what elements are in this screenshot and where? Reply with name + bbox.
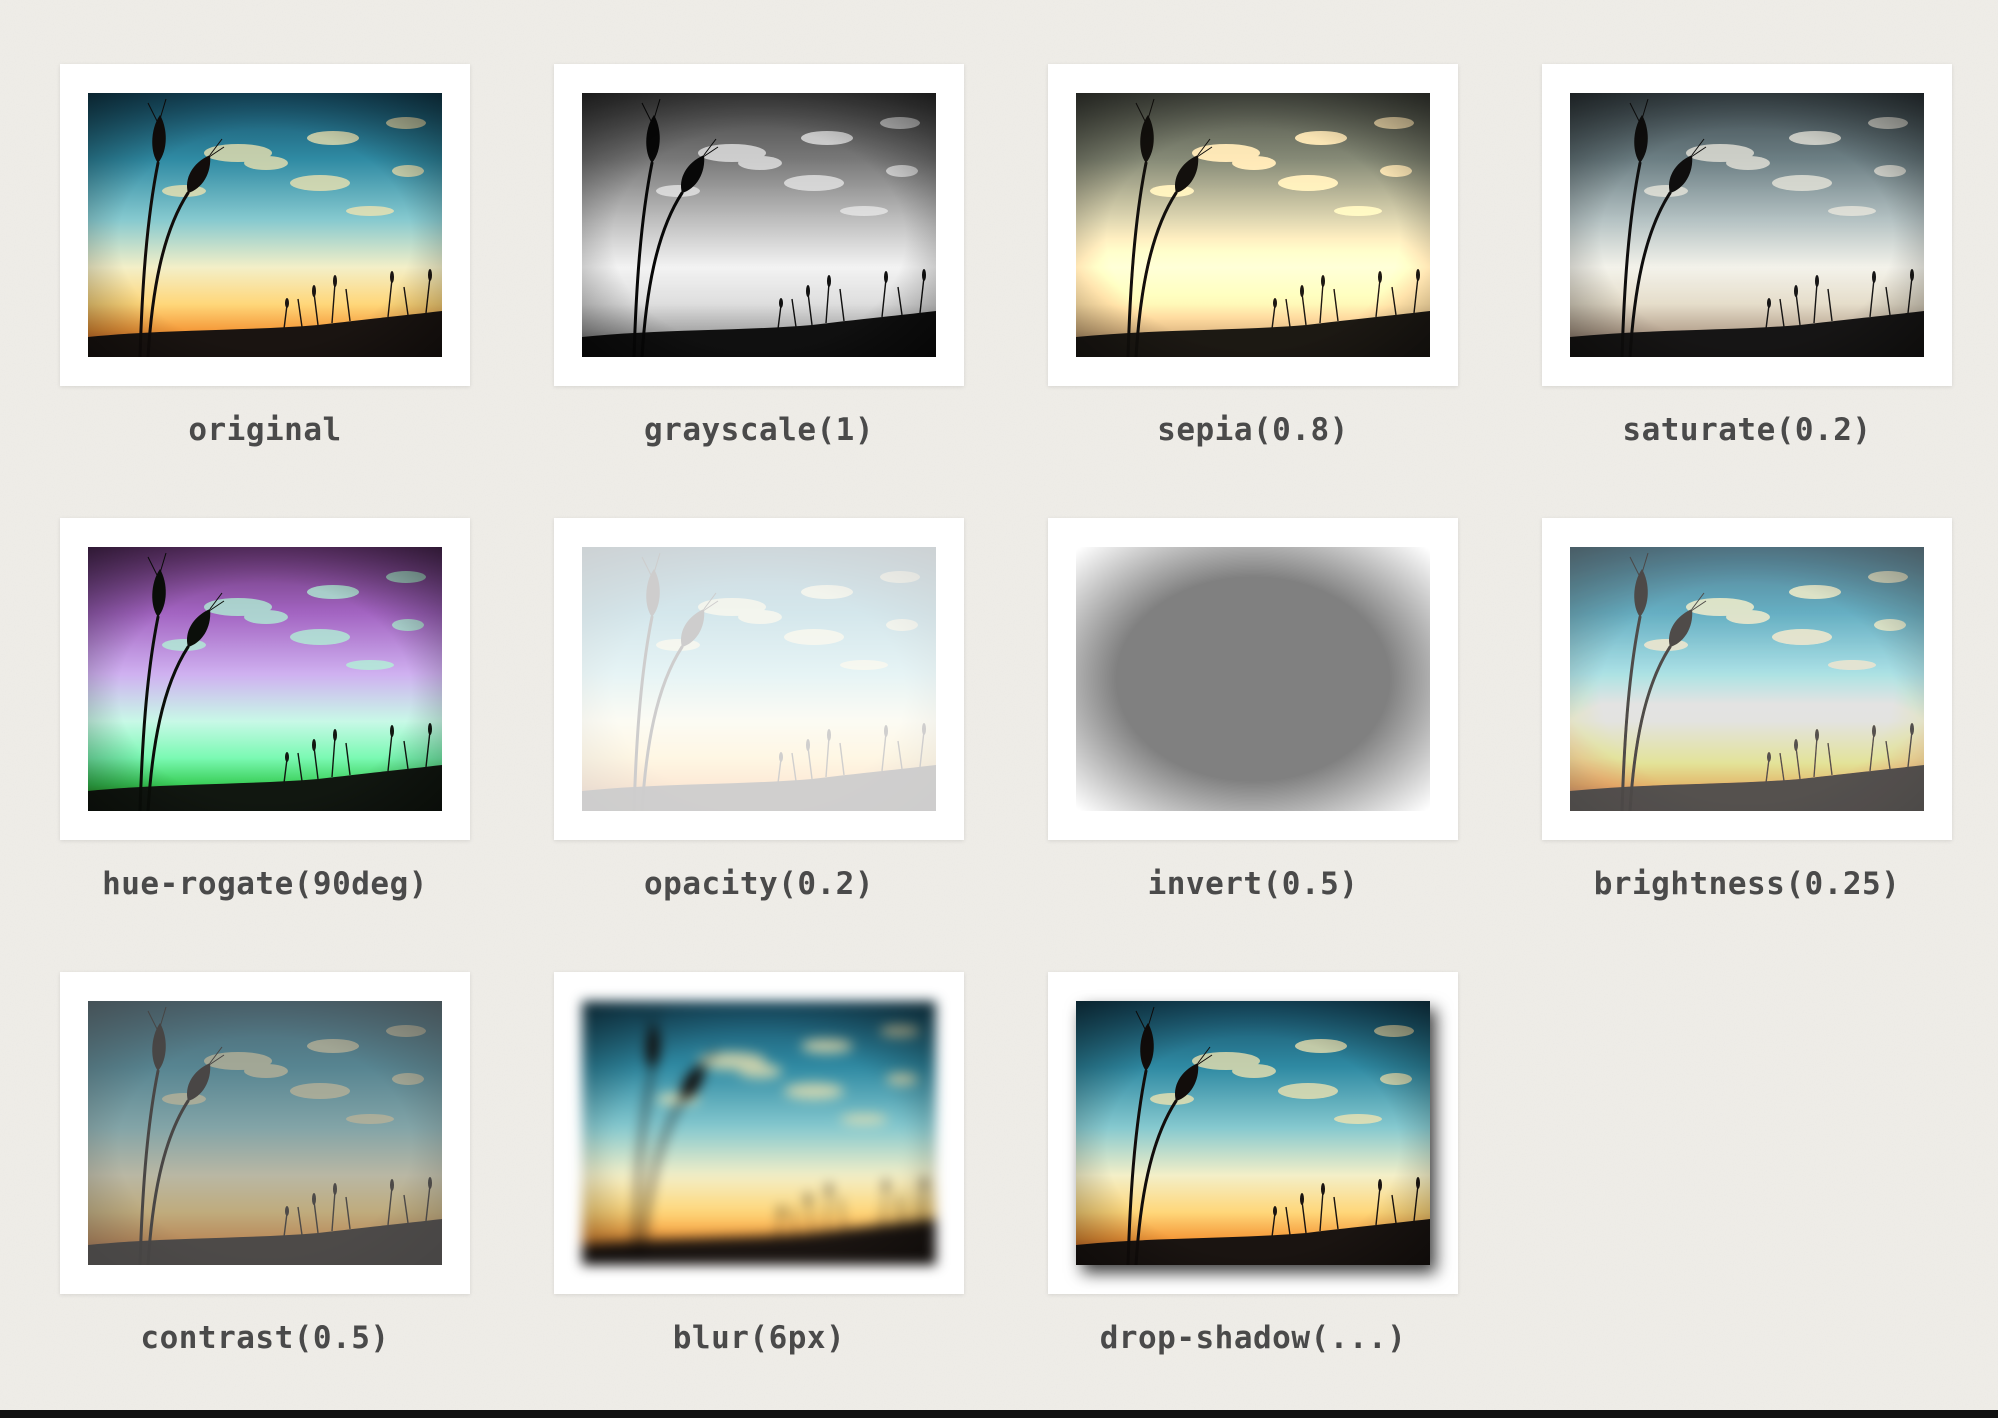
- bottom-edge-bar: [0, 1410, 1998, 1418]
- card-invert[interactable]: invert(0.5): [1048, 518, 1458, 902]
- wheat-silhouette-photo: [1570, 547, 1924, 811]
- wheat-photo: [1076, 93, 1430, 357]
- caption: contrast(0.5): [140, 1320, 390, 1356]
- photo-frame: [554, 64, 964, 386]
- wheat-photo: [582, 547, 936, 811]
- wheat-silhouette-photo: [88, 1001, 442, 1265]
- wheat-photo: [88, 93, 442, 357]
- card-grayscale[interactable]: grayscale(1): [554, 64, 964, 448]
- caption: opacity(0.2): [644, 866, 874, 902]
- wheat-silhouette-photo: [582, 547, 936, 811]
- card-sepia[interactable]: sepia(0.8): [1048, 64, 1458, 448]
- caption: drop-shadow(...): [1099, 1320, 1407, 1356]
- photo-frame: [1048, 64, 1458, 386]
- caption: invert(0.5): [1147, 866, 1359, 902]
- card-opacity[interactable]: opacity(0.2): [554, 518, 964, 902]
- caption: grayscale(1): [644, 412, 874, 448]
- photo-frame: [60, 972, 470, 1294]
- caption: brightness(0.25): [1593, 866, 1901, 902]
- card-original[interactable]: original: [60, 64, 470, 448]
- photo-frame: [1542, 518, 1952, 840]
- card-saturate[interactable]: saturate(0.2): [1542, 64, 1952, 448]
- photo-frame: [1048, 518, 1458, 840]
- wheat-silhouette-photo: [1076, 547, 1430, 811]
- wheat-photo: [88, 1001, 442, 1265]
- wheat-silhouette-photo: [88, 93, 442, 357]
- photo-frame: [554, 972, 964, 1294]
- card-blur[interactable]: blur(6px): [554, 972, 964, 1356]
- card-contrast[interactable]: contrast(0.5): [60, 972, 470, 1356]
- wheat-silhouette-photo: [1076, 1001, 1430, 1265]
- wheat-photo: [582, 1001, 936, 1265]
- caption: original: [188, 412, 342, 448]
- wheat-photo: [582, 93, 936, 357]
- card-drop-shadow[interactable]: drop-shadow(...): [1048, 972, 1458, 1356]
- wheat-photo: [1076, 547, 1430, 811]
- caption: blur(6px): [672, 1320, 846, 1356]
- photo-frame: [554, 518, 964, 840]
- caption: hue-rogate(90deg): [102, 866, 428, 902]
- wheat-silhouette-photo: [88, 547, 442, 811]
- wheat-photo: [1076, 1001, 1430, 1265]
- photo-frame: [60, 64, 470, 386]
- wheat-photo: [1570, 547, 1924, 811]
- wheat-silhouette-photo: [1570, 93, 1924, 357]
- card-hue-rotate[interactable]: hue-rogate(90deg): [60, 518, 470, 902]
- wheat-photo: [88, 547, 442, 811]
- photo-frame: [1542, 64, 1952, 386]
- card-brightness[interactable]: brightness(0.25): [1542, 518, 1952, 902]
- wheat-photo: [1570, 93, 1924, 357]
- wheat-silhouette-photo: [1076, 93, 1430, 357]
- caption: saturate(0.2): [1622, 412, 1872, 448]
- photo-frame: [60, 518, 470, 840]
- caption: sepia(0.8): [1157, 412, 1349, 448]
- filter-gallery: original grayscale(1) sepia(0.8) saturat…: [0, 0, 1998, 1410]
- wheat-silhouette-photo: [582, 1001, 936, 1265]
- photo-frame: [1048, 972, 1458, 1294]
- wheat-silhouette-photo: [582, 93, 936, 357]
